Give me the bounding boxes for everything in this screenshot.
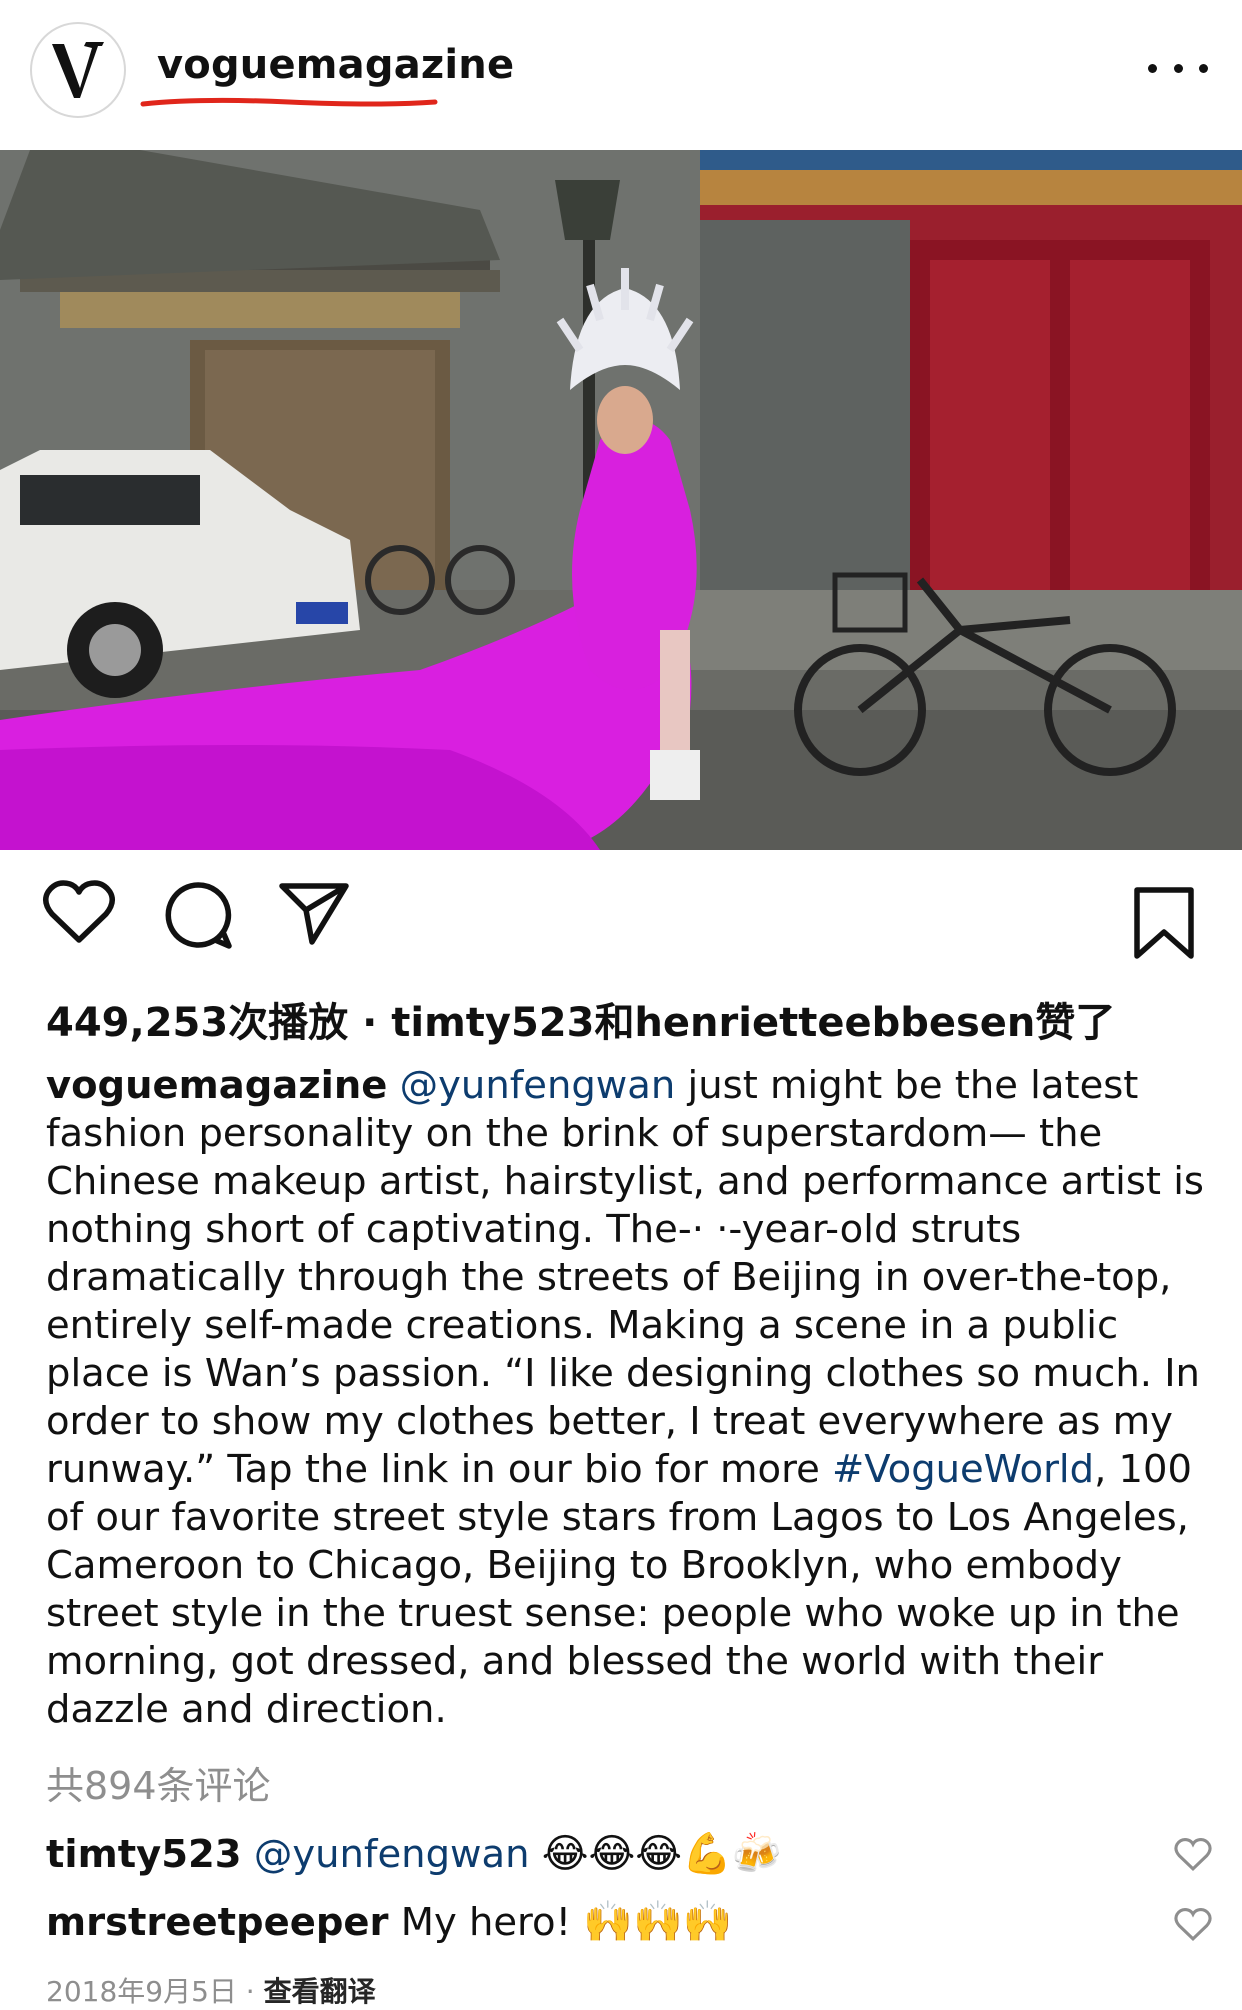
post-username-wrap: voguemagazine — [140, 42, 514, 107]
dot-icon — [1148, 63, 1157, 73]
caption-text: just might be the latest fashion persona… — [46, 1063, 1204, 1492]
comment-icon[interactable] — [163, 880, 233, 950]
comment-username[interactable]: mrstreetpeeper — [46, 1900, 388, 1945]
post-header: voguemagazine — [0, 0, 1242, 150]
comment-username[interactable]: timty523 — [46, 1832, 242, 1877]
action-bar — [0, 880, 1242, 960]
post-caption: voguemagazine @yunfengwan just might be … — [46, 1062, 1206, 1734]
heart-icon[interactable] — [42, 880, 116, 946]
send-icon[interactable] — [278, 880, 350, 946]
dot-icon — [1173, 63, 1183, 73]
vogue-logo-icon — [52, 42, 104, 98]
bookmark-icon[interactable] — [1132, 886, 1196, 960]
comment-like-heart-icon[interactable] — [1174, 1908, 1212, 1942]
caption-mention[interactable]: @yunfengwan — [400, 1063, 676, 1108]
comment-mention[interactable]: @yunfengwan — [254, 1832, 530, 1877]
post-stats: 449,253次播放 · timty523和henrietteebbesen赞了 — [46, 990, 1115, 1048]
post-video[interactable] — [0, 150, 1242, 850]
post-username[interactable]: voguemagazine — [157, 42, 514, 88]
street-scene-image — [0, 150, 1242, 850]
see-translation-link[interactable]: 查看翻译 — [264, 1975, 376, 2008]
post-date: 2018年9月5日 — [46, 1975, 237, 2008]
caption-hashtag[interactable]: #VogueWorld — [832, 1447, 1094, 1492]
comment-row: mrstreetpeeper My hero! 🙌🙌🙌 — [46, 1898, 733, 1945]
caption-username[interactable]: voguemagazine — [46, 1063, 387, 1108]
comment-like-heart-icon[interactable] — [1174, 1838, 1212, 1872]
stats-separator: · — [348, 1000, 392, 1046]
view-all-comments-link[interactable]: 共894条评论 — [46, 1755, 271, 1810]
comment-emojis: 😂😂😂💪🍻 — [541, 1831, 782, 1877]
red-underline-annotation — [140, 97, 438, 107]
footer-separator: · — [236, 1975, 264, 2008]
comment-text: My hero! — [400, 1900, 572, 1945]
view-count[interactable]: 449,253次播放 — [46, 1000, 348, 1046]
more-options-button[interactable] — [1148, 48, 1208, 88]
post-footer: 2018年9月5日 · 查看翻译 — [46, 1970, 376, 2010]
dot-icon — [1199, 63, 1208, 73]
liked-by[interactable]: timty523和henrietteebbesen赞了 — [391, 1000, 1115, 1046]
comment-emojis: 🙌🙌🙌 — [583, 1899, 733, 1945]
comment-row: timty523 @yunfengwan 😂😂😂💪🍻 — [46, 1830, 782, 1877]
avatar[interactable] — [30, 22, 126, 118]
